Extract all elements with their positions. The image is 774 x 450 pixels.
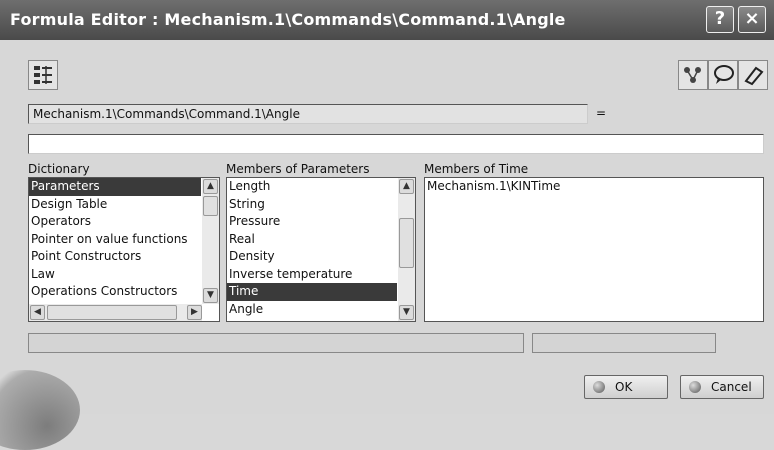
list-item[interactable]: Point Constructors: [29, 248, 201, 266]
ok-indicator-icon: [593, 381, 605, 393]
list-item[interactable]: Density: [227, 248, 397, 266]
formula-input[interactable]: [28, 134, 764, 154]
list-item[interactable]: Law: [29, 266, 201, 284]
list-item[interactable]: Pointer on value functions: [29, 231, 201, 249]
list-item[interactable]: Pressure: [227, 213, 397, 231]
title-bar: Formula Editor : Mechanism.1\Commands\Co…: [0, 0, 774, 40]
cancel-button[interactable]: Cancel: [680, 375, 764, 399]
list-item[interactable]: Operations Constructors: [29, 283, 201, 301]
measure-tree-icon: [684, 67, 701, 83]
comment-button[interactable]: [708, 60, 738, 90]
list-item[interactable]: Length: [227, 178, 397, 196]
scroll-left-arrow-icon[interactable]: ◀: [30, 305, 45, 320]
scroll-thumb[interactable]: [47, 305, 177, 320]
list-item[interactable]: Time: [227, 283, 397, 301]
scroll-down-arrow-icon[interactable]: ▼: [399, 305, 414, 320]
dictionary-hscrollbar[interactable]: ◀ ▶: [29, 304, 202, 321]
import-parameters-icon: [34, 66, 52, 84]
dictionary-label: Dictionary: [28, 162, 90, 176]
dictionary-vscrollbar[interactable]: ▲ ▼: [202, 178, 219, 304]
import-parameters-button[interactable]: [28, 60, 58, 90]
eraser-icon: [744, 66, 764, 86]
scroll-thumb[interactable]: [203, 196, 218, 216]
scroll-up-arrow-icon[interactable]: ▲: [399, 179, 414, 194]
list-item[interactable]: Angle: [227, 301, 397, 319]
scroll-thumb[interactable]: [399, 218, 414, 268]
parameter-path-text: Mechanism.1\Commands\Command.1\Angle: [33, 107, 300, 121]
equals-label: =: [596, 106, 607, 120]
list-item[interactable]: String: [227, 196, 397, 214]
members-of-time-label: Members of Time: [424, 162, 529, 176]
list-item[interactable]: Parameters: [29, 178, 201, 196]
list-item[interactable]: Inverse temperature: [227, 266, 397, 284]
decorative-swoosh: [0, 370, 80, 450]
list-item[interactable]: Operators: [29, 213, 201, 231]
dictionary-list[interactable]: Parameters Design Table Operators Pointe…: [28, 177, 220, 322]
list-item[interactable]: Real: [227, 231, 397, 249]
scroll-up-arrow-icon[interactable]: ▲: [203, 179, 218, 194]
scroll-down-arrow-icon[interactable]: ▼: [203, 288, 218, 303]
list-item[interactable]: Mechanism.1\KINTime: [425, 178, 763, 196]
help-button[interactable]: ?: [706, 6, 734, 33]
members-of-parameters-list[interactable]: Length String Pressure Real Density Inve…: [226, 177, 416, 322]
scroll-right-arrow-icon[interactable]: ▶: [187, 305, 202, 320]
members-of-time-list[interactable]: Mechanism.1\KINTime: [424, 177, 764, 322]
cancel-label: Cancel: [711, 380, 752, 394]
members-vscrollbar[interactable]: ▲ ▼: [398, 178, 415, 321]
ok-button[interactable]: OK: [584, 375, 668, 399]
status-field-right: [532, 333, 716, 353]
list-item[interactable]: Design Table: [29, 196, 201, 214]
status-field-left: [28, 333, 524, 353]
ok-label: OK: [615, 380, 633, 394]
eraser-button[interactable]: [738, 60, 768, 90]
close-button[interactable]: ×: [738, 6, 766, 33]
window-title: Formula Editor : Mechanism.1\Commands\Co…: [10, 10, 566, 29]
members-of-parameters-label: Members of Parameters: [226, 162, 370, 176]
dialog-body: Mechanism.1\Commands\Command.1\Angle = D…: [0, 40, 774, 450]
speech-bubble-icon: [714, 65, 734, 84]
measure-tree-button[interactable]: [678, 60, 708, 90]
cancel-indicator-icon: [689, 381, 701, 393]
parameter-path-field: Mechanism.1\Commands\Command.1\Angle: [28, 104, 588, 124]
